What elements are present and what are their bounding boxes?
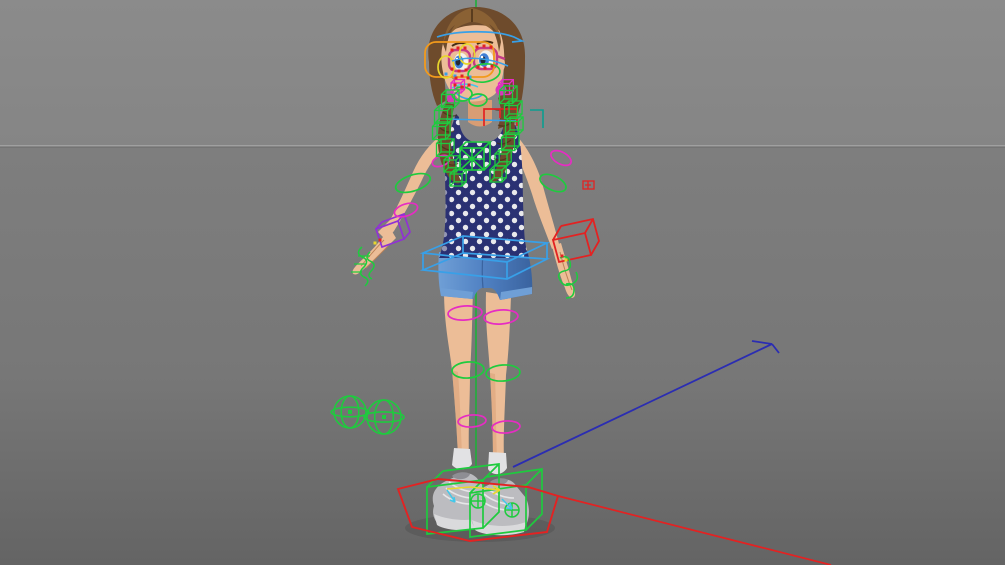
- micro-control-dot[interactable]: [453, 83, 457, 87]
- viewport-canvas[interactable]: [0, 0, 1005, 565]
- micro-control-dot[interactable]: [483, 66, 487, 70]
- micro-control-dot[interactable]: [378, 238, 382, 242]
- micro-control-dot[interactable]: [467, 83, 471, 87]
- micro-control-dot[interactable]: [457, 69, 461, 73]
- micro-control-dot[interactable]: [482, 44, 486, 48]
- micro-control-dot[interactable]: [463, 46, 467, 50]
- micro-control-dot[interactable]: [560, 254, 564, 258]
- micro-control-dot[interactable]: [564, 258, 568, 262]
- micro-control-dot[interactable]: [466, 76, 470, 80]
- micro-control-dot[interactable]: [490, 64, 494, 68]
- micro-control-dot[interactable]: [373, 241, 377, 245]
- micro-control-dot[interactable]: [464, 68, 468, 72]
- micro-control-dot[interactable]: [450, 48, 454, 52]
- micro-control-dot[interactable]: [460, 74, 464, 78]
- left-sock: [452, 448, 472, 470]
- micro-control-dot[interactable]: [450, 67, 454, 71]
- micro-control-dot[interactable]: [460, 85, 464, 89]
- micro-control-dot[interactable]: [476, 65, 480, 69]
- micro-control-dot[interactable]: [489, 45, 493, 49]
- micro-control-dot[interactable]: [456, 46, 460, 50]
- micro-control-dot[interactable]: [454, 76, 458, 80]
- right-sock: [488, 452, 507, 475]
- micro-control-dot[interactable]: [444, 72, 448, 76]
- viewport[interactable]: [0, 0, 1005, 565]
- micro-control-dot[interactable]: [475, 45, 479, 49]
